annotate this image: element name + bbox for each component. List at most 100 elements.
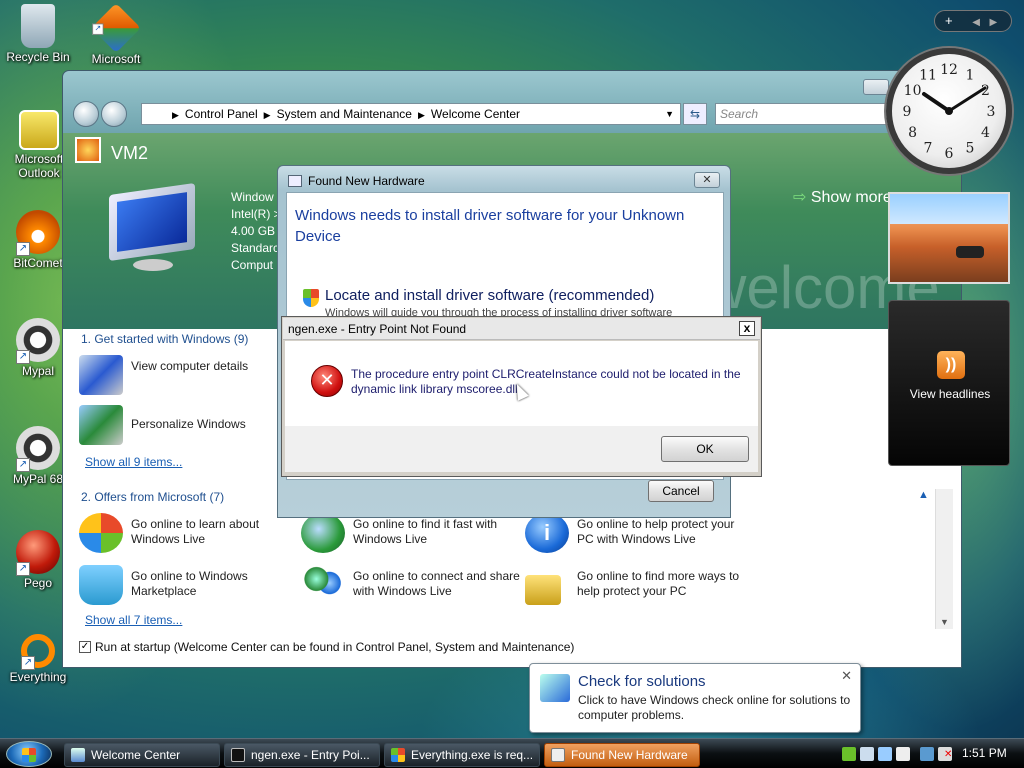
- locate-install-driver-option[interactable]: Locate and install driver software (reco…: [325, 287, 654, 304]
- previous-icon[interactable]: ◀: [972, 17, 980, 28]
- show-all-7-items-link[interactable]: Show all 7 items...: [85, 613, 182, 627]
- taskbar-welcome-center[interactable]: Welcome Center: [64, 743, 220, 767]
- show-more-label: Show more: [810, 189, 892, 206]
- wizard-heading: Windows needs to install driver software…: [295, 207, 685, 245]
- slideshow-gadget[interactable]: [888, 192, 1010, 284]
- shortcut-arrow-icon: ↗: [21, 656, 35, 670]
- sysinfo-graphics: Standarc: [231, 241, 280, 255]
- task-more-ways-protect[interactable]: Go online to find more ways to help prot…: [525, 565, 745, 609]
- task-help-protect-pc[interactable]: i Go online to help protect your PC with…: [525, 513, 745, 557]
- desktop-icon-label: Microsoft: [91, 52, 141, 66]
- balloon-close-icon[interactable]: ✕: [841, 668, 852, 684]
- taskbar-label: Found New Hardware: [571, 748, 688, 762]
- dialog-close-button[interactable]: x: [739, 321, 755, 336]
- problem-report-icon[interactable]: [860, 747, 874, 761]
- clock-number: 6: [945, 146, 954, 162]
- desktop-icon-label: Recycle Bin: [6, 50, 70, 64]
- pego-icon: ↗: [16, 530, 60, 576]
- taskbar-ngen[interactable]: ngen.exe - Entry Poi...: [224, 743, 380, 767]
- volume-muted-icon[interactable]: ✕: [938, 747, 952, 761]
- info-icon: i: [525, 513, 569, 553]
- sidebar-controls: + ◀ ▶: [934, 10, 1012, 32]
- task-label: Go online to find it fast with Windows L…: [353, 517, 498, 546]
- section-get-started-title[interactable]: 1. Get started with Windows (9): [81, 332, 248, 346]
- task-label: View computer details: [131, 359, 249, 373]
- refresh-button[interactable]: ⇆: [683, 103, 707, 125]
- network-icon[interactable]: [878, 747, 892, 761]
- breadcrumb-welcome-center[interactable]: Welcome Center: [431, 107, 520, 121]
- shopping-basket-icon: [79, 565, 123, 605]
- system-info: Window Intel(R) > 4.00 GB I Standarc Com…: [231, 189, 282, 274]
- task-learn-windows-live[interactable]: Go online to learn about Windows Live: [79, 513, 299, 557]
- cancel-button[interactable]: Cancel: [648, 480, 714, 502]
- run-at-startup-label: Run at startup (Welcome Center can be fo…: [95, 640, 575, 654]
- dialog-title: ngen.exe - Entry Point Not Found: [283, 318, 760, 340]
- feed-headlines-gadget[interactable]: )) View headlines: [888, 300, 1010, 466]
- raccoon-icon: ↗: [16, 426, 60, 472]
- clock-gadget[interactable]: 12 1 2 3 4 5 6 7 8 9 10 11: [886, 48, 1012, 174]
- scroll-down-icon[interactable]: ▼: [940, 617, 949, 627]
- taskbar-clock[interactable]: 1:51 PM: [962, 746, 1007, 760]
- minimize-button[interactable]: [863, 79, 889, 95]
- clock-number: 3: [987, 104, 996, 120]
- padlock-icon: [525, 575, 561, 605]
- close-button[interactable]: ✕: [694, 172, 720, 188]
- forward-button[interactable]: [101, 101, 127, 127]
- desktop-icon-recycle-bin[interactable]: Recycle Bin: [0, 4, 76, 64]
- connection-icon[interactable]: [920, 747, 934, 761]
- taskbar-label: Welcome Center: [91, 748, 181, 762]
- show-all-9-items-link[interactable]: Show all 9 items...: [85, 455, 182, 469]
- desktop-icon-label: Everything: [9, 670, 67, 684]
- user-picture-icon: [75, 137, 101, 163]
- view-headlines-label[interactable]: View headlines: [889, 387, 1011, 401]
- clock-number: 1: [966, 68, 975, 84]
- clock-number: 12: [940, 62, 958, 78]
- taskbar-label: ngen.exe - Entry Poi...: [251, 748, 370, 762]
- address-bar[interactable]: ▶ Control Panel ▶ System and Maintenance ▶ We…: [141, 103, 681, 125]
- windows-logo-icon: [79, 513, 123, 553]
- breadcrumb-control-panel[interactable]: Control Panel: [185, 107, 258, 121]
- back-button[interactable]: [73, 101, 99, 127]
- safely-remove-icon[interactable]: [842, 747, 856, 761]
- add-gadget-icon[interactable]: +: [945, 13, 953, 28]
- task-windows-marketplace[interactable]: Go online to Windows Marketplace: [79, 565, 299, 609]
- magnifier-icon: ↗: [21, 634, 55, 670]
- scrollbar[interactable]: ▼: [935, 489, 953, 629]
- shortcut-arrow-icon: ↗: [16, 242, 30, 256]
- show-more-arrow-icon: ⇨: [793, 189, 807, 206]
- dialog-body: ✕ The procedure entry point CLRCreateIns…: [285, 341, 758, 426]
- task-label: Go online to connect and share with Wind…: [353, 569, 520, 598]
- error-dialog: ngen.exe - Entry Point Not Found x ✕ The…: [281, 316, 762, 477]
- clock-number: 9: [903, 104, 912, 120]
- error-message: The procedure entry point CLRCreateInsta…: [351, 367, 741, 396]
- ok-button[interactable]: OK: [661, 436, 749, 462]
- shield-icon: [391, 748, 405, 762]
- clock-number: 4: [981, 125, 990, 141]
- collapse-section-icon[interactable]: ▲: [918, 489, 929, 501]
- task-label: Go online to learn about Windows Live: [131, 517, 260, 546]
- show-more-details-link[interactable]: ⇨ Show more: [793, 187, 892, 207]
- hardware-wizard-icon: [288, 175, 302, 187]
- desktop-icon-microsoft[interactable]: ↗ Microsoft: [78, 3, 154, 66]
- outlook-icon: [19, 110, 59, 150]
- task-find-it-fast[interactable]: Go online to find it fast with Windows L…: [301, 513, 521, 557]
- dialog-footer: OK: [285, 426, 758, 472]
- ngen-window-icon: [231, 748, 245, 762]
- check-for-solutions-balloon[interactable]: Check for solutions Click to have Window…: [529, 663, 861, 733]
- taskbar-found-new-hardware[interactable]: Found New Hardware: [544, 743, 700, 767]
- next-icon[interactable]: ▶: [990, 17, 998, 28]
- error-icon: ✕: [311, 365, 343, 397]
- sysinfo-computer: Comput: [231, 258, 274, 272]
- oryx-silhouette: [956, 246, 984, 258]
- breadcrumb-system-maintenance[interactable]: System and Maintenance: [277, 107, 412, 121]
- taskbar-everything[interactable]: Everything.exe is req...: [384, 743, 540, 767]
- clock-number: 5: [966, 140, 975, 156]
- address-dropdown-icon[interactable]: ▼: [665, 104, 674, 124]
- monitor-icon: [99, 182, 209, 277]
- start-button[interactable]: [6, 741, 52, 767]
- hardware-tray-icon[interactable]: [896, 747, 910, 761]
- problem-reports-icon: [540, 674, 570, 702]
- section-offers-title[interactable]: 2. Offers from Microsoft (7): [81, 490, 224, 504]
- task-connect-and-share[interactable]: Go online to connect and share with Wind…: [301, 565, 521, 609]
- run-at-startup-checkbox[interactable]: ✓: [79, 641, 91, 653]
